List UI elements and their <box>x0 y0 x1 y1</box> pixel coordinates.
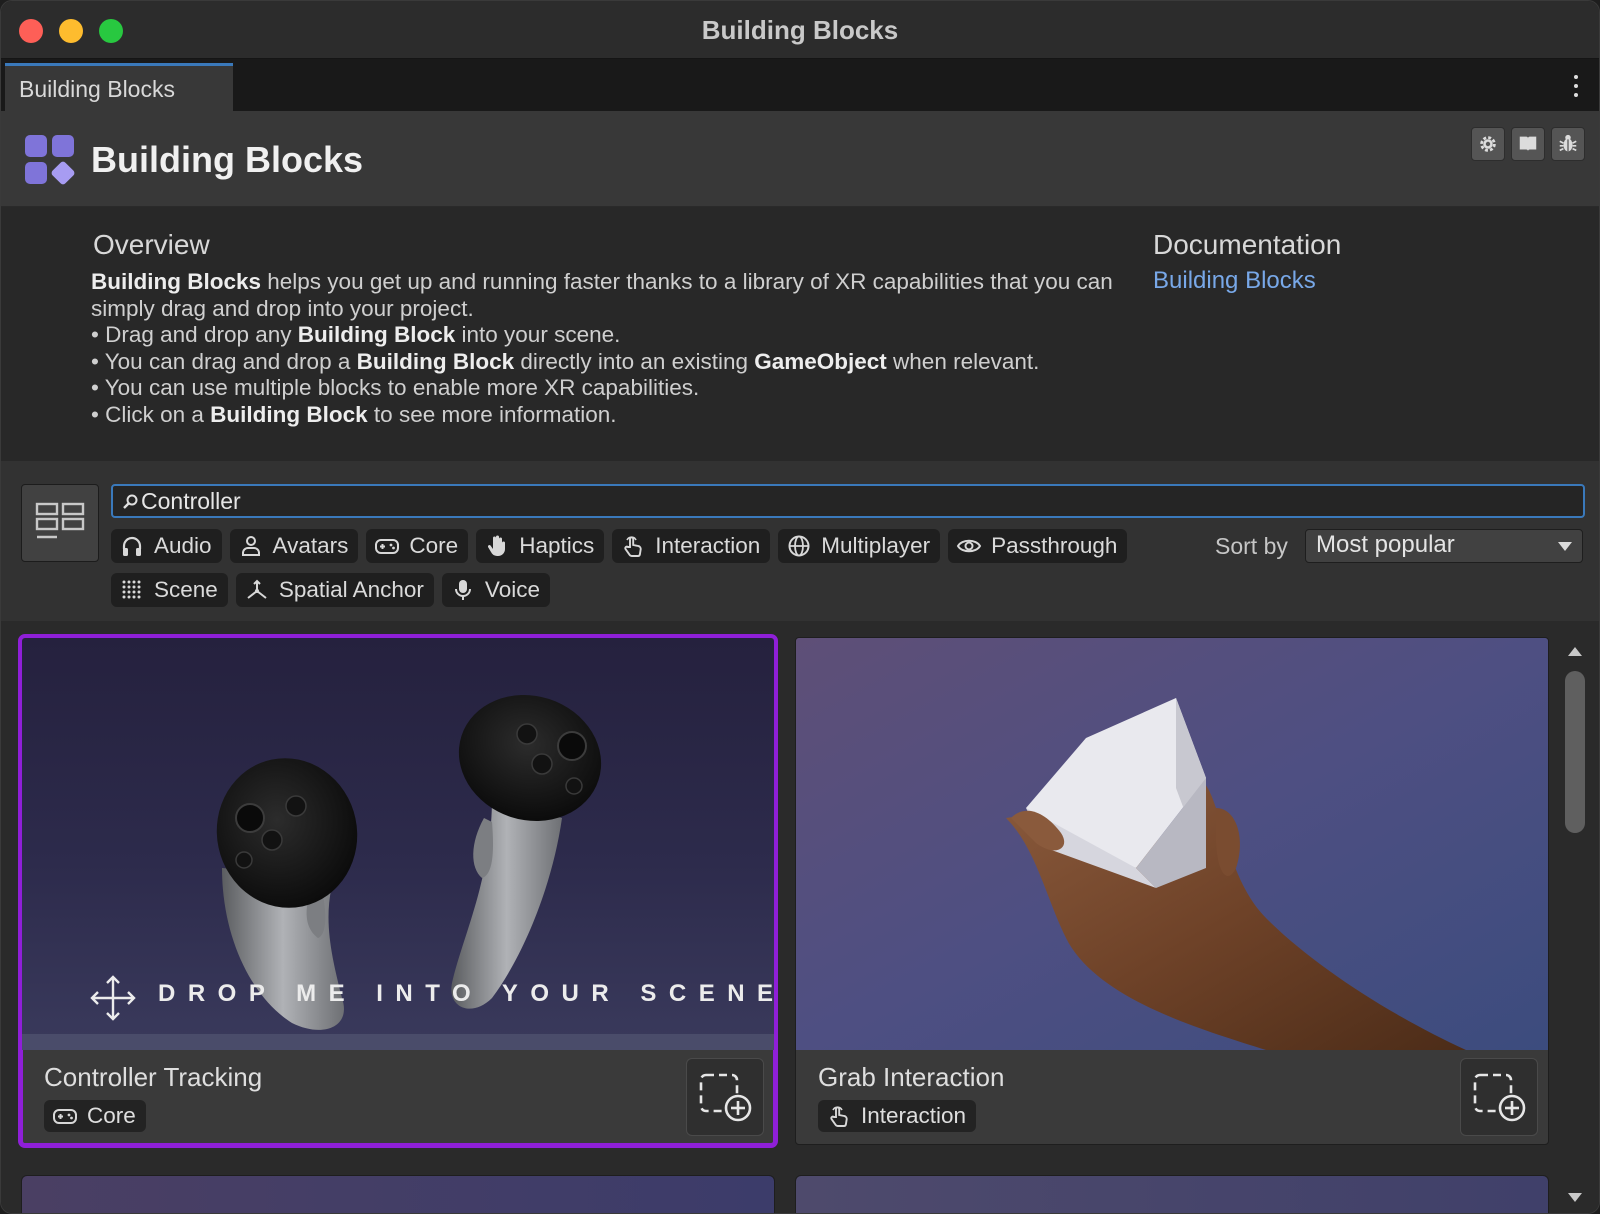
filter-chip-voice[interactable]: Voice <box>441 573 550 607</box>
headphones-icon <box>122 536 142 556</box>
add-to-scene-icon <box>699 1073 752 1122</box>
search-field[interactable] <box>111 484 1585 518</box>
bug-icon <box>1559 134 1577 152</box>
scrollbar-thumb[interactable] <box>1565 671 1585 833</box>
filter-chip-audio[interactable]: Audio <box>111 529 222 563</box>
grid-view-icon <box>35 502 85 539</box>
settings-button[interactable] <box>1471 127 1505 161</box>
block-card-title: Controller Tracking <box>44 1062 263 1092</box>
search-icon <box>123 494 138 509</box>
filter-chip-spatial-anchor[interactable]: Spatial Anchor <box>235 573 434 607</box>
book-icon <box>1519 136 1537 152</box>
filter-bar: Audio Avatars Core Haptics Interaction M… <box>1 461 1599 621</box>
filter-chip-core[interactable]: Core <box>366 529 469 563</box>
filter-chip-scene[interactable]: Scene <box>111 573 228 607</box>
overview-bullet: • Drag and drop any Building Block into … <box>91 322 621 347</box>
filter-chip-avatars[interactable]: Avatars <box>229 529 359 563</box>
tab-building-blocks[interactable]: Building Blocks <box>5 63 233 111</box>
microphone-icon <box>454 580 471 600</box>
overview-text: Building Blocks helps you get up and run… <box>91 269 1131 428</box>
chevron-down-icon <box>1558 542 1572 551</box>
sort-by-label: Sort by <box>1215 533 1288 559</box>
tab-strip: Building Blocks <box>1 59 1599 111</box>
anchor-axes-icon <box>247 579 267 599</box>
documentation-link[interactable]: Building Blocks <box>1153 267 1316 295</box>
add-block-button[interactable] <box>686 1058 764 1136</box>
hand-icon <box>488 535 506 556</box>
report-bug-button[interactable] <box>1551 127 1585 161</box>
search-input[interactable] <box>141 486 1561 516</box>
grid-dots-icon <box>122 580 141 599</box>
sort-selected-value: Most popular <box>1316 531 1455 558</box>
overview-heading: Overview <box>93 229 210 260</box>
view-mode-toggle[interactable] <box>21 484 99 562</box>
add-block-button[interactable] <box>1460 1058 1538 1136</box>
block-card-tag: Core <box>44 1100 146 1132</box>
window-title: Building Blocks <box>701 15 899 45</box>
panel-header: Building Blocks <box>1 111 1599 207</box>
block-preview-image <box>796 638 1548 1050</box>
filter-chip-passthrough[interactable]: Passthrough <box>948 529 1128 563</box>
globe-icon <box>788 535 810 557</box>
block-card-title: Grab Interaction <box>818 1062 1005 1092</box>
pointer-icon <box>830 1106 848 1127</box>
filter-chip-interaction[interactable]: Interaction <box>612 529 771 563</box>
pointer-icon <box>624 536 642 557</box>
add-to-scene-icon <box>1473 1073 1526 1122</box>
building-blocks-logo-icon <box>25 135 76 186</box>
block-card-partial[interactable] <box>21 1175 775 1213</box>
overview-bullet: • You can use multiple blocks to enable … <box>91 375 700 400</box>
overview-bullet: • You can drag and drop a Building Block… <box>91 348 1040 374</box>
gamepad-icon <box>375 539 400 554</box>
app-window: Building Blocks Building Blocks Building… <box>0 0 1600 1214</box>
person-icon <box>241 536 260 556</box>
overview-intro: Building Blocks helps you get up and run… <box>91 269 1113 321</box>
block-card-partial[interactable] <box>795 1175 1549 1213</box>
scroll-down-icon[interactable] <box>1568 1193 1582 1202</box>
eye-icon <box>956 539 982 553</box>
documentation-heading: Documentation <box>1153 229 1342 260</box>
scrollbar[interactable] <box>1561 637 1589 1213</box>
block-preview-image: DROP ME INTO YOUR SCENE <box>22 638 774 1050</box>
block-card-grab-interaction[interactable]: Grab Interaction Interaction <box>795 637 1549 1145</box>
overview-section: Overview Building Blocks helps you get u… <box>1 207 1599 461</box>
overview-bullet: • Click on a Building Block to see more … <box>91 401 617 427</box>
gamepad-icon <box>53 1109 77 1124</box>
page-title: Building Blocks <box>91 139 364 180</box>
block-card-controller-tracking[interactable]: DROP ME INTO YOUR SCENE Controller Track… <box>18 634 778 1148</box>
title-bar: Building Blocks <box>1 1 1599 59</box>
scroll-up-icon[interactable] <box>1568 647 1582 656</box>
sort-dropdown[interactable]: Most popular <box>1305 529 1583 563</box>
blocks-grid: DROP ME INTO YOUR SCENE Controller Track… <box>1 621 1599 1213</box>
filter-chip-haptics[interactable]: Haptics <box>476 529 605 563</box>
drop-hint-overlay: DROP ME INTO YOUR SCENE <box>158 980 774 1007</box>
filter-chip-multiplayer[interactable]: Multiplayer <box>778 529 941 563</box>
gear-icon <box>1480 136 1496 152</box>
more-options-icon[interactable] <box>1573 75 1579 97</box>
documentation-button[interactable] <box>1511 127 1545 161</box>
block-card-tag: Interaction <box>818 1100 977 1132</box>
